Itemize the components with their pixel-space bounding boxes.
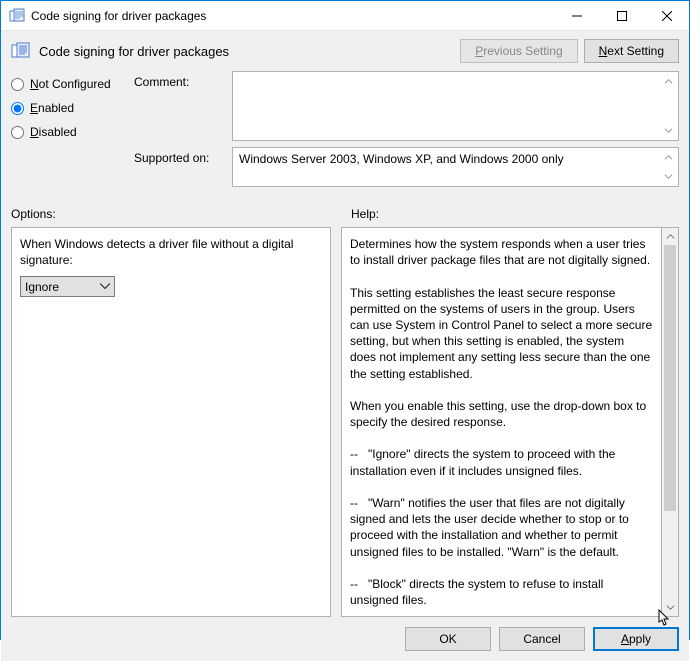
dialog-body: Code signing for driver packages Previou…	[1, 31, 689, 661]
radio-disabled[interactable]: Disabled	[11, 125, 126, 139]
radio-not-configured-input[interactable]	[11, 78, 24, 91]
cancel-button[interactable]: Cancel	[499, 627, 585, 651]
next-setting-button[interactable]: Next Setting	[584, 39, 679, 63]
app-icon	[9, 8, 25, 24]
minimize-button[interactable]	[554, 1, 599, 30]
scrollbar-track[interactable]	[662, 245, 678, 599]
dialog-window: Code signing for driver packages Code	[0, 0, 690, 640]
scrollbar-thumb[interactable]	[664, 245, 676, 511]
previous-setting-button: Previous Setting	[460, 39, 577, 63]
chevron-down-icon[interactable]	[660, 122, 677, 139]
help-text: Determines how the system responds when …	[350, 237, 656, 607]
window-controls	[554, 1, 689, 30]
chevron-up-icon[interactable]	[660, 73, 677, 90]
options-field-label: When Windows detects a driver file witho…	[20, 236, 322, 268]
maximize-button[interactable]	[599, 1, 644, 30]
chevron-down-icon	[99, 280, 111, 295]
options-label: Options:	[11, 207, 341, 221]
ok-button[interactable]: OK	[405, 627, 491, 651]
help-pane: Determines how the system responds when …	[341, 227, 662, 617]
apply-button[interactable]: Apply	[593, 627, 679, 651]
options-pane: When Windows detects a driver file witho…	[11, 227, 331, 617]
supported-on-text: Windows Server 2003, Windows XP, and Win…	[239, 152, 564, 166]
footer-buttons: OK Cancel Apply	[11, 617, 679, 651]
supported-on-field: Windows Server 2003, Windows XP, and Win…	[232, 147, 679, 187]
radio-enabled[interactable]: Enabled	[11, 101, 126, 115]
titlebar[interactable]: Code signing for driver packages	[1, 1, 689, 31]
chevron-up-icon[interactable]	[660, 149, 677, 166]
header-row: Code signing for driver packages Previou…	[11, 39, 679, 63]
radio-enabled-input[interactable]	[11, 102, 24, 115]
header-caption: Code signing for driver packages	[39, 44, 454, 59]
radio-disabled-input[interactable]	[11, 126, 24, 139]
chevron-down-icon[interactable]	[660, 168, 677, 185]
supported-on-label: Supported on:	[134, 147, 224, 165]
outer-scrollbar[interactable]	[662, 227, 679, 617]
scroll-up-icon[interactable]	[662, 228, 678, 245]
comment-label: Comment:	[134, 71, 224, 89]
config-radio-group: Not Configured Enabled Disabled	[11, 71, 126, 139]
policy-icon	[11, 41, 31, 61]
help-label: Help:	[351, 207, 679, 221]
comment-field[interactable]	[232, 71, 679, 141]
radio-not-configured[interactable]: Not Configured	[11, 77, 126, 91]
window-title: Code signing for driver packages	[31, 9, 554, 23]
top-grid: Not Configured Enabled Disabled Comment:	[11, 71, 679, 193]
signature-response-dropdown[interactable]: Ignore	[20, 276, 115, 297]
lower-section: Options: Help: When Windows detects a dr…	[11, 207, 679, 617]
close-button[interactable]	[644, 1, 689, 30]
dropdown-value: Ignore	[25, 280, 59, 294]
scroll-down-icon[interactable]	[662, 599, 678, 616]
